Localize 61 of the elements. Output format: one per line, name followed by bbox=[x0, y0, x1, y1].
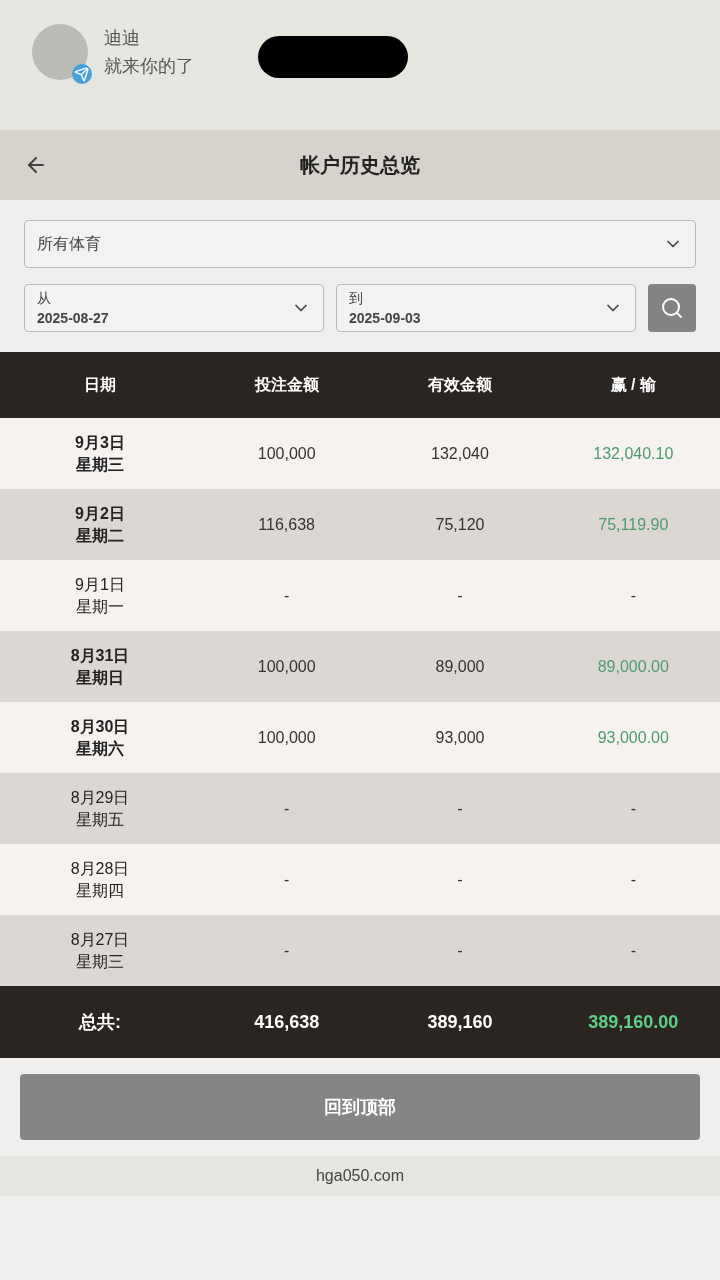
table-cell-text: - bbox=[283, 940, 291, 961]
date-text: 8月28日 bbox=[70, 858, 130, 879]
date-text: 8月31日 bbox=[70, 645, 130, 666]
date-text: 9月2日 bbox=[75, 503, 125, 524]
date-text: 8月30日 bbox=[70, 716, 130, 737]
table-cell-text: - bbox=[283, 869, 291, 890]
table-cell-text: 89,000 bbox=[434, 656, 486, 677]
column-header: 投注金额 bbox=[253, 375, 320, 395]
date-dropdown[interactable]: 到 2025-09-03 bbox=[336, 284, 636, 332]
table-cell-text: - bbox=[283, 585, 291, 606]
table-cell-text: 93,000.00 bbox=[596, 727, 670, 748]
date-text: 9月3日 bbox=[75, 432, 125, 453]
message-preview: 就来你的了 bbox=[104, 55, 194, 78]
date-dropdown[interactable]: 从 2025-08-27 bbox=[24, 284, 324, 332]
table-cell-text: - bbox=[456, 940, 464, 961]
sender-name: 迪迪 bbox=[104, 27, 141, 50]
page-title: 帐户历史总览 bbox=[300, 153, 420, 178]
avatar bbox=[32, 24, 88, 80]
table-cell-text: 93,000 bbox=[434, 727, 486, 748]
weekday-text: 星期五 bbox=[76, 809, 124, 830]
table-cell-text: 100,000 bbox=[256, 443, 317, 464]
sport-dropdown[interactable]: 所有体育 bbox=[24, 220, 696, 268]
weekday-text: 星期四 bbox=[76, 880, 124, 901]
weekday-text: 星期三 bbox=[76, 951, 124, 972]
notification-banner[interactable]: 迪迪 就来你的了 bbox=[0, 0, 720, 130]
table-cell-text: 100,000 bbox=[256, 727, 317, 748]
column-header: 日期 bbox=[83, 375, 117, 395]
column-header: 有效金额 bbox=[427, 375, 493, 395]
back-to-top-button[interactable]: 回到顶部 bbox=[20, 1074, 700, 1140]
table-cell-text: 100,000 bbox=[256, 656, 317, 677]
weekday-text: 星期一 bbox=[76, 596, 124, 617]
table-cell-text: 75,119.90 bbox=[597, 514, 670, 535]
table-cell-text: - bbox=[283, 798, 291, 819]
date-text: 8月27日 bbox=[70, 929, 130, 950]
column-header: 赢 / 输 bbox=[609, 375, 657, 395]
table-cell-text: 89,000.00 bbox=[596, 656, 670, 677]
table-cell-text: 132,040 bbox=[430, 443, 490, 464]
table-cell-text: 389,160 bbox=[426, 1011, 494, 1034]
date-text: 9月1日 bbox=[75, 574, 125, 595]
table-cell-text: - bbox=[629, 940, 637, 961]
table-cell-text: 389,160.00 bbox=[587, 1011, 680, 1034]
table-cell-text: 75,120 bbox=[434, 514, 486, 535]
table-cell-text: - bbox=[456, 585, 464, 606]
weekday-text: 星期六 bbox=[76, 738, 124, 759]
table-cell-text: - bbox=[456, 869, 464, 890]
table-cell-text: - bbox=[629, 869, 637, 890]
weekday-text: 星期二 bbox=[76, 525, 124, 546]
weekday-text: 星期日 bbox=[76, 667, 124, 688]
search-button[interactable] bbox=[648, 284, 696, 332]
table-cell-text: - bbox=[629, 585, 637, 606]
date-text: 8月29日 bbox=[70, 787, 130, 808]
app-icon bbox=[72, 64, 92, 84]
site-url: hga050.com bbox=[315, 1166, 405, 1186]
table-cell-text: 132,040.10 bbox=[592, 443, 675, 464]
table-cell-text: 416,638 bbox=[253, 1011, 321, 1034]
total-label: 总共: bbox=[77, 1011, 122, 1034]
weekday-text: 星期三 bbox=[76, 454, 124, 475]
search-icon bbox=[660, 296, 684, 320]
table-cell-text: 116,638 bbox=[257, 514, 316, 535]
table-cell-text: - bbox=[456, 798, 464, 819]
table-cell-text: - bbox=[629, 798, 637, 819]
